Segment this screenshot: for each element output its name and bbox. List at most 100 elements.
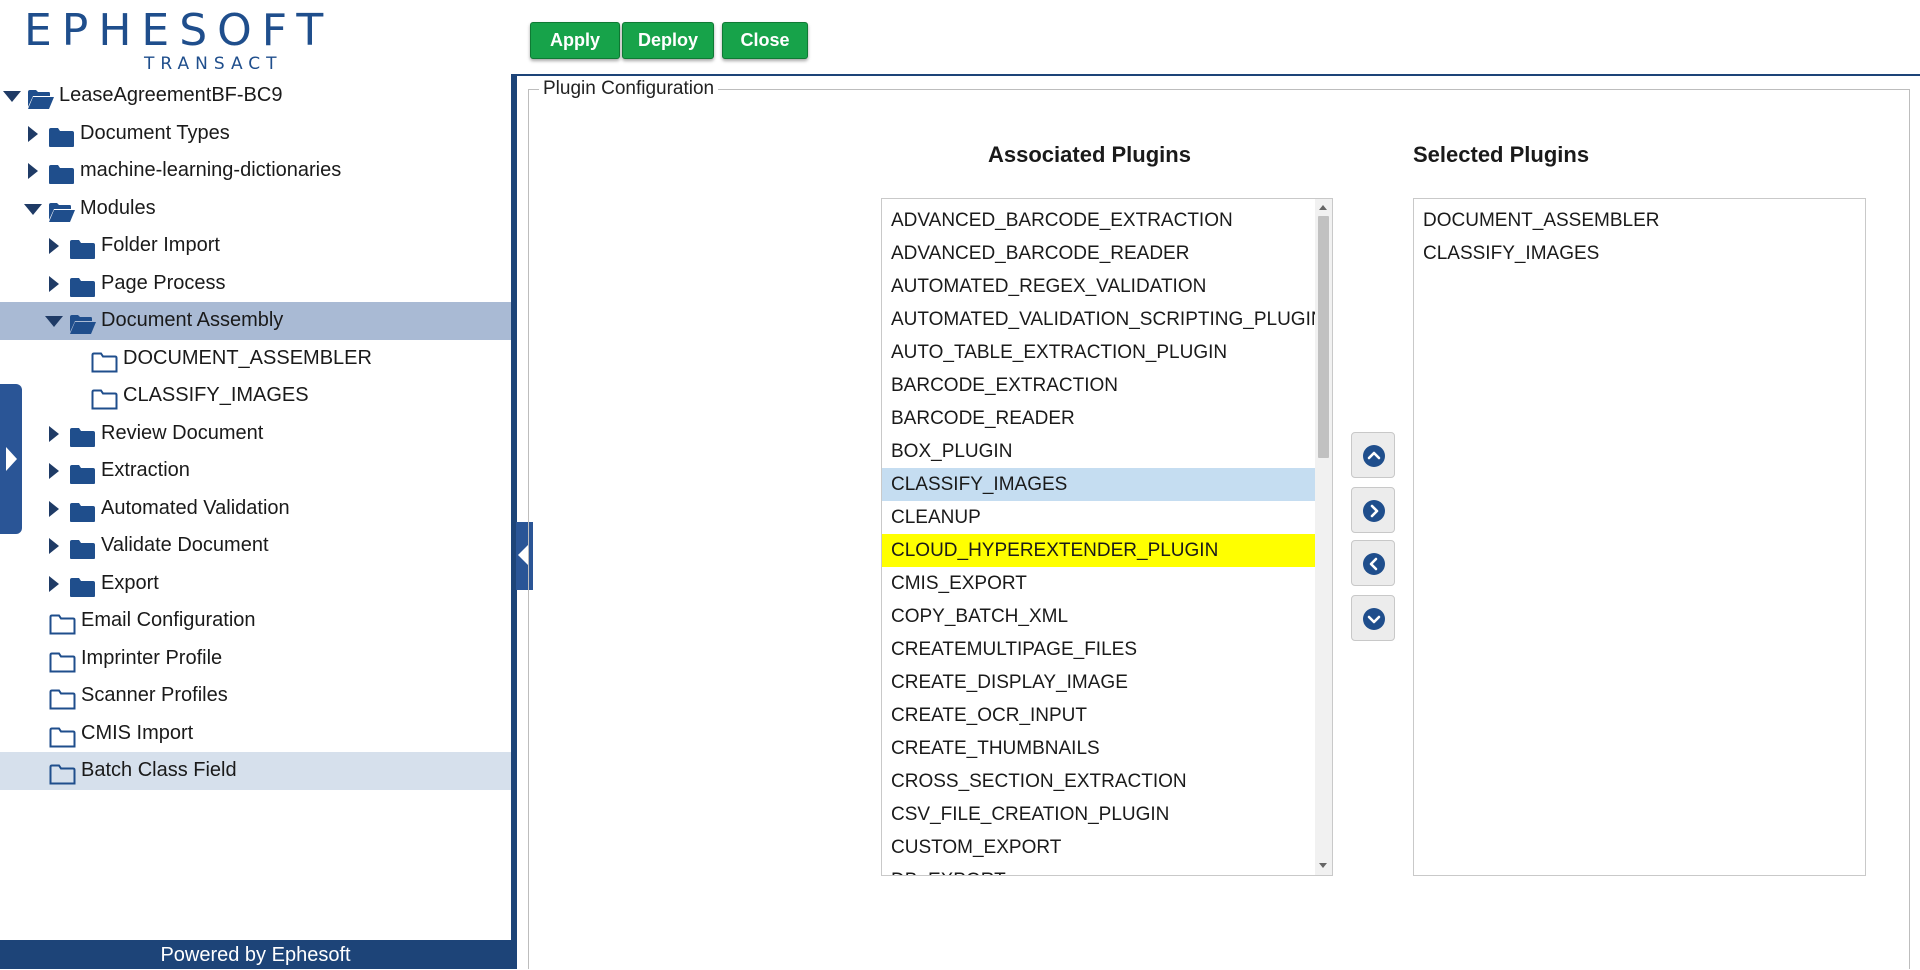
folder-outline-icon — [49, 724, 76, 747]
folder-open-icon — [27, 86, 54, 109]
tree-item-label: CLASSIFY_IMAGES — [123, 384, 309, 406]
plugin-option-create-thumbnails[interactable]: CREATE_THUMBNAILS — [882, 732, 1316, 765]
expand-side-menu-button[interactable] — [0, 384, 22, 534]
expand-arrow-icon[interactable] — [49, 500, 59, 517]
folder-icon — [69, 236, 96, 259]
apply-button[interactable]: Apply — [530, 22, 620, 59]
plugin-option-auto-table-extraction-plugin[interactable]: AUTO_TABLE_EXTRACTION_PLUGIN — [882, 336, 1316, 369]
tree-item-extraction[interactable]: Extraction — [0, 452, 511, 490]
move-down-button[interactable] — [1351, 595, 1395, 641]
folder-outline-icon — [49, 649, 76, 672]
tree-item-scanner-profiles[interactable]: Scanner Profiles — [0, 677, 511, 715]
plugin-option-advanced-barcode-reader[interactable]: ADVANCED_BARCODE_READER — [882, 237, 1316, 270]
scroll-down-arrow-icon[interactable] — [1319, 863, 1327, 868]
plugin-option-automated-regex-validation[interactable]: AUTOMATED_REGEX_VALIDATION — [882, 270, 1316, 303]
plugin-option-cmis-export[interactable]: CMIS_EXPORT — [882, 567, 1316, 600]
plugin-option-createmultipage-files[interactable]: CREATEMULTIPAGE_FILES — [882, 633, 1316, 666]
plugin-option-box-plugin[interactable]: BOX_PLUGIN — [882, 435, 1316, 468]
plugin-option-csv-file-creation-plugin[interactable]: CSV_FILE_CREATION_PLUGIN — [882, 798, 1316, 831]
collapse-arrow-icon[interactable] — [3, 91, 21, 102]
expand-arrow-icon[interactable] — [49, 238, 59, 254]
tree-item-label: Modules — [80, 196, 156, 219]
folder-outline-icon — [49, 686, 76, 710]
tree-item-email-configuration[interactable]: Email Configuration — [0, 602, 511, 640]
expand-arrow-icon[interactable] — [49, 425, 59, 442]
collapse-arrow-icon[interactable] — [24, 203, 42, 215]
tree-item-export[interactable]: Export — [0, 565, 511, 603]
expand-arrow-icon[interactable] — [28, 163, 38, 179]
tree-item-label: Scanner Profiles — [81, 684, 228, 706]
expand-arrow-icon[interactable] — [49, 538, 59, 554]
plugin-option-advanced-barcode-extraction[interactable]: ADVANCED_BARCODE_EXTRACTION — [882, 204, 1316, 237]
folder-icon — [69, 574, 96, 597]
tree-item-classify-images[interactable]: CLASSIFY_IMAGES — [0, 377, 511, 415]
collapse-arrow-icon[interactable] — [45, 316, 63, 327]
plugin-option-cloud-hyperextender-plugin[interactable]: CLOUD_HYPEREXTENDER_PLUGIN — [882, 534, 1316, 567]
associated-list-scrollbar[interactable] — [1315, 199, 1332, 875]
folder-outline-icon — [49, 761, 76, 785]
plugin-option-copy-batch-xml[interactable]: COPY_BATCH_XML — [882, 600, 1316, 633]
tree-item-label: Extraction — [101, 459, 190, 481]
tree-item-modules[interactable]: Modules — [0, 190, 511, 228]
tree-item-label: CMIS Import — [81, 721, 194, 744]
selected-plugin-classify-images[interactable]: CLASSIFY_IMAGES — [1414, 237, 1865, 270]
expand-arrow-icon[interactable] — [28, 125, 38, 142]
batch-class-tree: LeaseAgreementBF-BC9 Document Types machin… — [0, 77, 511, 790]
scroll-thumb[interactable] — [1318, 216, 1329, 458]
tree-item-label: Page Process — [101, 271, 226, 294]
deploy-button[interactable]: Deploy — [622, 22, 714, 59]
tree-item-document-types[interactable]: Document Types — [0, 115, 511, 153]
chevron-down-icon — [1363, 608, 1385, 630]
selected-plugins-title: Selected Plugins — [1413, 142, 1590, 167]
selected-plugins-list[interactable]: DOCUMENT_ASSEMBLER CLASSIFY_IMAGES — [1413, 198, 1866, 876]
tree-item-leaseagreementbf-bc9[interactable]: LeaseAgreementBF-BC9 — [0, 77, 511, 115]
tree-item-batch-class-field[interactable]: Batch Class Field — [0, 752, 511, 790]
plugin-option-cross-section-extraction[interactable]: CROSS_SECTION_EXTRACTION — [882, 765, 1316, 798]
tree-item-page-process[interactable]: Page Process — [0, 265, 511, 303]
remove-plugin-button[interactable] — [1351, 540, 1395, 586]
toolbar-divider — [517, 74, 1920, 76]
scroll-up-arrow-icon[interactable] — [1319, 205, 1327, 210]
tree-item-label: Validate Document — [101, 534, 269, 556]
folder-icon — [69, 536, 96, 559]
expand-arrow-icon[interactable] — [49, 463, 59, 479]
tree-item-imprinter-profile[interactable]: Imprinter Profile — [0, 640, 511, 678]
tree-item-label: Imprinter Profile — [81, 646, 223, 669]
move-up-button[interactable] — [1351, 432, 1395, 478]
tree-item-cmis-import[interactable]: CMIS Import — [0, 715, 511, 753]
ephesoft-logo: EPHESOFT TRANSACT — [24, 8, 323, 75]
expand-arrow-icon[interactable] — [49, 575, 59, 592]
chevron-left-icon — [1363, 553, 1385, 575]
selected-plugin-document-assembler[interactable]: DOCUMENT_ASSEMBLER — [1414, 204, 1865, 237]
tree-item-review-document[interactable]: Review Document — [0, 415, 511, 453]
tree-item-label: Document Types — [80, 121, 230, 144]
add-plugin-button[interactable] — [1351, 487, 1395, 533]
tree-item-label: Review Document — [101, 421, 264, 444]
close-button[interactable]: Close — [722, 22, 808, 59]
plugin-option-create-display-image[interactable]: CREATE_DISPLAY_IMAGE — [882, 666, 1316, 699]
folder-icon — [69, 461, 96, 484]
tree-item-label: LeaseAgreementBF-BC9 — [59, 84, 283, 106]
tree-item-validate-document[interactable]: Validate Document — [0, 527, 511, 565]
plugin-option-create-ocr-input[interactable]: CREATE_OCR_INPUT — [882, 699, 1316, 732]
associated-plugins-list[interactable]: ADVANCED_BARCODE_EXTRACTION ADVANCED_BARC… — [881, 198, 1333, 876]
folder-outline-icon — [91, 349, 118, 372]
tree-item-machine-learning-dictionaries[interactable]: machine-learning-dictionaries — [0, 152, 511, 190]
plugin-option-barcode-reader[interactable]: BARCODE_READER — [882, 402, 1316, 435]
plugin-option-automated-validation-scripting-plugin[interactable]: AUTOMATED_VALIDATION_SCRIPTING_PLUGIN — [882, 303, 1325, 336]
plugin-option-barcode-extraction[interactable]: BARCODE_EXTRACTION — [882, 369, 1316, 402]
folder-open-icon — [48, 199, 75, 222]
tree-item-folder-import[interactable]: Folder Import — [0, 227, 511, 265]
tree-item-document-assembly[interactable]: Document Assembly — [0, 302, 511, 340]
logo-word: EPHESOFT — [24, 5, 334, 56]
tree-item-automated-validation[interactable]: Automated Validation — [0, 490, 511, 528]
plugin-option-classify-images[interactable]: CLASSIFY_IMAGES — [882, 468, 1316, 501]
plugin-option-cleanup[interactable]: CLEANUP — [882, 501, 1316, 534]
plugin-option-custom-export[interactable]: CUSTOM_EXPORT — [882, 831, 1316, 864]
tree-item-document-assembler[interactable]: DOCUMENT_ASSEMBLER — [0, 340, 511, 378]
associated-plugins-title: Associated Plugins — [988, 142, 1191, 167]
expand-arrow-icon[interactable] — [49, 275, 59, 292]
plugin-option-db-export[interactable]: DB_EXPORT — [882, 864, 1316, 875]
folder-icon — [69, 274, 96, 297]
folder-icon — [48, 124, 75, 147]
